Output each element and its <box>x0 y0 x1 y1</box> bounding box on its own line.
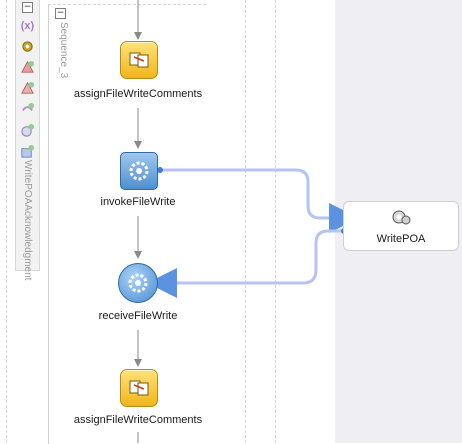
partner-link-label: WritePOA <box>376 233 426 245</box>
bpel-design-canvas[interactable]: − (x) WritePOAAcknowledgment − Sequence_… <box>0 0 462 444</box>
assign-icon <box>120 369 158 407</box>
activity-label: assignFileWriteComments <box>73 88 203 100</box>
assign-icon <box>120 41 158 79</box>
receive-partner-connector[interactable] <box>147 229 344 298</box>
activity-label: receiveFileWrite <box>98 310 178 322</box>
activity-label: assignFileWriteComments <box>73 414 203 426</box>
adapter-gear-icon <box>391 208 411 229</box>
partner-link-writepoa[interactable]: WritePOA <box>343 201 459 251</box>
receive-icon <box>118 263 158 303</box>
activity-label: invokeFileWrite <box>100 196 176 208</box>
invoke-icon <box>120 152 158 190</box>
invoke-partner-connector[interactable] <box>160 168 359 233</box>
